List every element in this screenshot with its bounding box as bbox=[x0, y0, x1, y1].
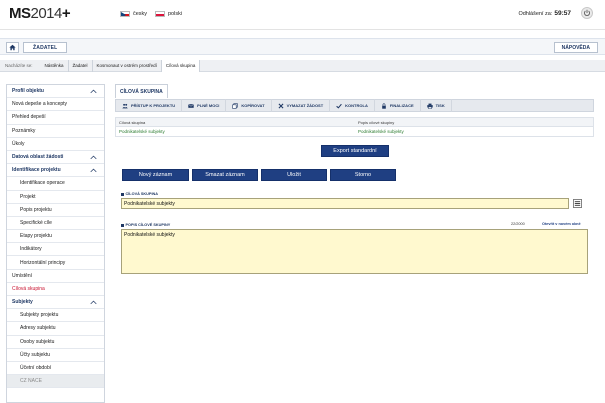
access-project-button[interactable]: PŘÍSTUP K PROJEKTU bbox=[116, 99, 183, 112]
field-label-popis: POPIS CÍLOVÉ SKUPINY bbox=[121, 223, 170, 227]
polish-flag-icon bbox=[155, 11, 165, 17]
sidebar-item-poznamky[interactable]: Poznámky bbox=[7, 125, 104, 138]
sidebar-item-ucetni-obdobi[interactable]: Účetní období bbox=[7, 362, 104, 376]
table-header: Cílová skupina Popis cílové skupiny bbox=[115, 117, 594, 127]
export-standard-button[interactable]: Export standardní bbox=[321, 145, 389, 157]
envelope-icon bbox=[188, 103, 195, 108]
plne-moci-button[interactable]: PLNÉ MOCI bbox=[182, 99, 227, 112]
close-icon bbox=[278, 103, 284, 108]
sidebar-item-identifikace-operace[interactable]: Identifikace operace bbox=[7, 177, 104, 191]
sidebar-item-ukoly[interactable]: Úkoly bbox=[7, 138, 104, 151]
copy-icon bbox=[232, 102, 239, 109]
zadatel-button[interactable]: ŽADATEL bbox=[23, 42, 68, 53]
breadcrumb-item-zadatel[interactable]: Žadatel bbox=[69, 59, 93, 72]
app-header: MS2014+ česky polski Odhlášení za: 59:57 bbox=[0, 0, 605, 30]
sidebar: Profil objektu Nová depeše a koncepty Př… bbox=[6, 84, 105, 403]
checkmark-icon bbox=[336, 103, 342, 109]
required-marker-icon bbox=[121, 192, 124, 196]
lock-icon bbox=[382, 102, 386, 109]
column-header-popis[interactable]: Popis cílové skupiny bbox=[358, 120, 394, 125]
printer-icon bbox=[426, 103, 433, 109]
delete-record-button[interactable]: Smazat záznam bbox=[192, 169, 258, 181]
main-panel: CÍLOVÁ SKUPINA PŘÍSTUP K PROJEKTU PLNÉ M… bbox=[115, 84, 600, 403]
sidebar-item-subjekty[interactable]: Subjekty bbox=[7, 296, 104, 310]
action-toolbar: PŘÍSTUP K PROJEKTU PLNÉ MOCI KOPÍROVAT V… bbox=[115, 99, 594, 112]
list-picker-icon[interactable] bbox=[573, 199, 582, 208]
help-button[interactable]: NÁPOVĚDA bbox=[553, 42, 598, 53]
sidebar-item-prehled-depesi[interactable]: Přehled depeší bbox=[7, 111, 104, 125]
breadcrumb-label: Nacházíte se: bbox=[5, 63, 33, 68]
sidebar-item-datova-oblast[interactable]: Datová oblast žádosti bbox=[7, 151, 104, 165]
breadcrumb-item-nastenka[interactable]: Nástěnka bbox=[41, 59, 69, 72]
print-button[interactable]: TISK bbox=[421, 99, 452, 112]
sidebar-item-horizontalni-principy[interactable]: Horizontální principy bbox=[7, 256, 104, 270]
lang-czech-link[interactable]: česky bbox=[120, 11, 147, 17]
chevron-up-icon[interactable] bbox=[90, 89, 97, 94]
copy-button[interactable]: KOPÍROVAT bbox=[226, 99, 272, 112]
breadcrumb-item-project[interactable]: Kosmonaut v ostrém prostředí bbox=[93, 59, 162, 72]
sidebar-item-specificke-cile[interactable]: Specifické cíle bbox=[7, 217, 104, 231]
cilova-skupina-field[interactable]: Podnikatelské subjekty bbox=[121, 198, 569, 209]
nav-bar: ŽADATEL NÁPOVĚDA bbox=[0, 38, 605, 55]
check-button[interactable]: KONTROLA bbox=[330, 99, 375, 112]
chevron-up-icon[interactable] bbox=[90, 155, 97, 160]
power-icon bbox=[583, 9, 591, 17]
sidebar-item-indikatory[interactable]: Indikátory bbox=[7, 243, 104, 257]
tab-cilova-skupina[interactable]: CÍLOVÁ SKUPINA bbox=[115, 84, 168, 98]
sidebar-item-identifikace-projektu[interactable]: Identifikace projektu bbox=[7, 164, 104, 178]
finalize-button[interactable]: FINALIZACE bbox=[375, 99, 421, 112]
sidebar-item-projekt[interactable]: Projekt bbox=[7, 191, 104, 204]
sidebar-item-ucty-subjektu[interactable]: Účty subjektu bbox=[7, 349, 104, 362]
record-actions: Nový záznam Smazat záznam Uložit Storno bbox=[122, 169, 396, 181]
chevron-up-icon[interactable] bbox=[90, 168, 97, 173]
app-logo[interactable]: MS2014+ bbox=[9, 5, 71, 22]
new-record-button[interactable]: Nový záznam bbox=[122, 169, 189, 181]
save-button[interactable]: Uložit bbox=[261, 169, 327, 181]
lang-polish-link[interactable]: polski bbox=[155, 11, 182, 17]
logout-button[interactable] bbox=[581, 7, 593, 19]
sidebar-item-cz-nace[interactable]: CZ NACE bbox=[7, 375, 104, 389]
sidebar-item-profil-objektu[interactable]: Profil objektu bbox=[7, 85, 104, 99]
char-counter: 22/2000 bbox=[511, 222, 525, 226]
delete-request-button[interactable]: VYMAZAT ŽÁDOST bbox=[272, 99, 331, 112]
home-button[interactable] bbox=[6, 42, 19, 53]
chevron-up-icon[interactable] bbox=[90, 300, 97, 305]
sidebar-item-subjekty-projektu[interactable]: Subjekty projektu bbox=[7, 309, 104, 323]
sidebar-item-umisteni[interactable]: Umístění bbox=[7, 270, 104, 283]
home-icon bbox=[9, 44, 16, 51]
table-cell: Podnikatelské subjekty bbox=[358, 129, 404, 134]
breadcrumb: Nacházíte se: Nástěnka Žadatel Kosmonaut… bbox=[0, 59, 605, 72]
popis-cilove-skupiny-textarea[interactable]: Podnikatelské subjekty bbox=[121, 229, 588, 274]
sidebar-item-popis-projektu[interactable]: Popis projektu bbox=[7, 204, 104, 217]
column-header-cilova-skupina[interactable]: Cílová skupina bbox=[119, 120, 145, 125]
cancel-button[interactable]: Storno bbox=[330, 169, 396, 181]
sidebar-item-nova-depese[interactable]: Nová depeše a koncepty bbox=[7, 98, 104, 112]
sidebar-item-cilova-skupina[interactable]: Cílová skupina bbox=[7, 283, 104, 296]
table-row[interactable]: Podnikatelské subjekty Podnikatelské sub… bbox=[115, 127, 594, 137]
czech-flag-icon bbox=[120, 11, 130, 17]
required-marker-icon bbox=[121, 223, 124, 227]
open-new-window-link[interactable]: Otevřít v novém okně bbox=[542, 222, 581, 226]
breadcrumb-item-current: Cílová skupina bbox=[161, 59, 201, 72]
people-icon bbox=[122, 103, 128, 108]
sidebar-item-etapy-projektu[interactable]: Etapy projektu bbox=[7, 230, 104, 244]
field-label-cilova-skupina: CÍLOVÁ SKUPINA bbox=[121, 192, 158, 196]
sidebar-item-adresy-subjektu[interactable]: Adresy subjektu bbox=[7, 322, 104, 336]
sidebar-item-osoby-subjektu[interactable]: Osoby subjektu bbox=[7, 336, 104, 349]
table-cell: Podnikatelské subjekty bbox=[119, 129, 165, 134]
session-timer: Odhlášení za: 59:57 bbox=[518, 10, 571, 17]
